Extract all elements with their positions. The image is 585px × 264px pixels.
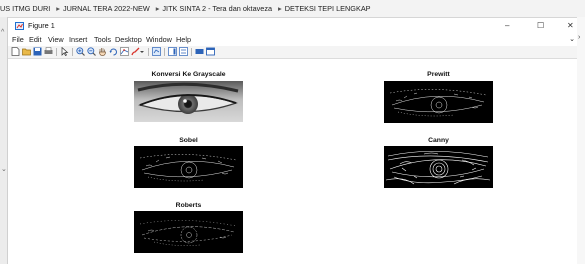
chevron-up-icon[interactable]: ^ [1, 29, 4, 36]
new-figure-icon[interactable] [11, 47, 20, 56]
open-folder-icon[interactable] [22, 47, 31, 56]
menu-edit[interactable]: Edit [29, 34, 42, 46]
maximize-button[interactable]: ☐ [537, 19, 544, 33]
figure-title-bar: Figure 1 – ☐ ✕ [8, 19, 577, 33]
right-edge-strip: › [577, 17, 585, 264]
menu-insert[interactable]: Insert [69, 34, 87, 46]
figure-icon [15, 22, 24, 30]
plot-title-prewitt: Prewitt [427, 71, 450, 78]
data-cursor-icon[interactable] [120, 47, 129, 56]
path-segment[interactable]: US ITMG DURI [0, 4, 50, 13]
left-edge-strip: ^ ⌄ [0, 17, 8, 264]
more-chevron-icon[interactable]: ⌄ [569, 34, 575, 46]
menu-help[interactable]: Help [176, 34, 191, 46]
save-icon[interactable] [33, 47, 42, 56]
menu-bar: File Edit View Insert Tools Desktop Wind… [8, 34, 577, 46]
path-segment[interactable]: JURNAL TERA 2022-NEW [63, 4, 150, 13]
path-segment[interactable]: DETEKSI TEPI LENGKAP [285, 4, 371, 13]
close-button[interactable]: ✕ [567, 19, 574, 33]
minimize-button[interactable]: – [505, 19, 509, 33]
sobel-edge-image [134, 146, 243, 188]
menu-window[interactable]: Window [146, 34, 172, 46]
path-separator: ▸ [155, 4, 160, 13]
window-title: Figure 1 [28, 21, 55, 30]
legend-icon[interactable] [179, 47, 188, 56]
path-segment[interactable]: JITK SINTA 2 - Tera dan oktaveza [162, 4, 272, 13]
plot-title-sobel: Sobel [179, 137, 198, 144]
dropdown-arrow-icon[interactable] [139, 47, 145, 56]
colorbar-icon[interactable] [168, 47, 177, 56]
rotate-3d-icon[interactable] [109, 47, 118, 56]
toolbar-divider [72, 48, 73, 56]
path-separator: ▸ [278, 4, 282, 13]
plot-title-canny: Canny [428, 137, 449, 144]
pan-hand-icon[interactable] [98, 47, 107, 56]
chevron-right-icon[interactable]: › [578, 34, 580, 41]
chevron-down-icon[interactable]: ⌄ [1, 165, 7, 173]
path-separator: ▸ [56, 4, 60, 13]
print-icon[interactable] [44, 47, 53, 56]
plot-title-roberts: Roberts [175, 202, 202, 209]
show-plot-tools-icon[interactable] [206, 47, 215, 56]
toolbar-divider [164, 48, 165, 56]
menu-tools[interactable]: Tools [94, 34, 111, 46]
toolbar-divider [148, 48, 149, 56]
figure-canvas: Konversi Ke Grayscale Prewitt Sobel Cann… [8, 59, 577, 264]
prewitt-edge-image [384, 81, 493, 123]
hide-plot-tools-icon[interactable] [195, 47, 204, 56]
toolbar-divider [191, 48, 192, 56]
zoom-out-icon[interactable] [87, 47, 96, 56]
grayscale-eye-image [134, 81, 243, 122]
canny-edge-image [384, 146, 493, 188]
link-plot-icon[interactable] [152, 47, 161, 56]
toolbar-divider [56, 48, 57, 56]
zoom-in-icon[interactable] [76, 47, 85, 56]
roberts-edge-image [134, 211, 243, 253]
pointer-icon[interactable] [60, 47, 69, 56]
figure-toolbar [8, 46, 577, 59]
menu-view[interactable]: View [48, 34, 64, 46]
menu-desktop[interactable]: Desktop [115, 34, 142, 46]
path-bar: US ITMG DURI ▸ JURNAL TERA 2022-NEW ▸ JITK S… [0, 0, 585, 18]
plot-title-grayscale: Konversi Ke Grayscale [151, 71, 226, 78]
menu-file[interactable]: File [12, 34, 24, 46]
